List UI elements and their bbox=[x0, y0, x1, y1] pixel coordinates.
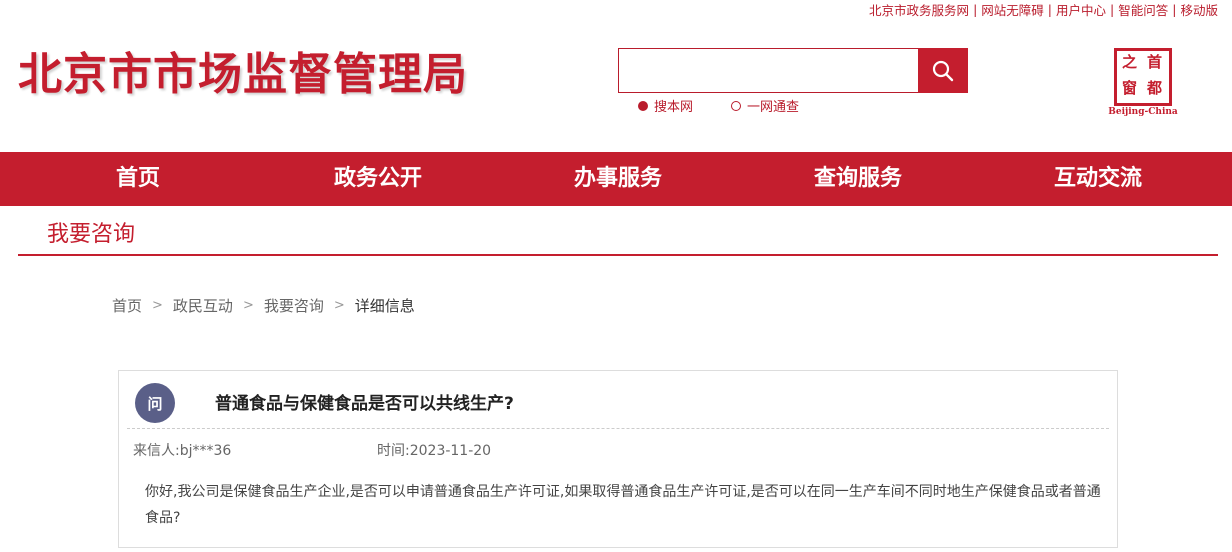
question-divider bbox=[127, 428, 1109, 429]
top-link-separator: | bbox=[1047, 1, 1053, 17]
time-label: 时间: bbox=[377, 443, 410, 459]
logo-char: 都 bbox=[1147, 79, 1163, 97]
time-value: 2023-11-20 bbox=[409, 443, 492, 459]
main-nav: 首页 政务公开 办事服务 查询服务 互动交流 bbox=[0, 152, 1232, 206]
breadcrumb-arrow-icon: > bbox=[333, 298, 345, 313]
nav-item-services[interactable]: 办事服务 bbox=[574, 152, 662, 206]
section-divider bbox=[18, 254, 1218, 256]
sender-label: 来信人: bbox=[133, 443, 180, 459]
radio-selected-icon bbox=[638, 100, 648, 111]
nav-item-home[interactable]: 首页 bbox=[116, 152, 160, 206]
search-scope-label: 一网通查 bbox=[747, 100, 800, 115]
top-link-separator: | bbox=[1172, 1, 1177, 17]
nav-item-gov-affairs[interactable]: 政务公开 bbox=[334, 152, 422, 206]
logo-char: 之 bbox=[1122, 53, 1138, 71]
search-scope-all[interactable]: 一网通查 bbox=[731, 96, 799, 115]
search-scope-label: 搜本网 bbox=[654, 100, 694, 115]
search-icon bbox=[932, 60, 954, 81]
nav-item-query[interactable]: 查询服务 bbox=[814, 152, 902, 206]
top-link-separator: | bbox=[1110, 1, 1115, 17]
question-time: 时间:2023-11-20 bbox=[377, 440, 491, 460]
top-link-mobile[interactable]: 移动版 bbox=[1180, 0, 1218, 19]
top-link-separator: | bbox=[973, 1, 978, 17]
top-link-gov-service[interactable]: 北京市政务服务网 bbox=[869, 0, 969, 19]
logo-seal: 首 都 之 窗 bbox=[1114, 48, 1172, 106]
logo-char: 首 bbox=[1147, 53, 1163, 71]
nav-item-interaction[interactable]: 互动交流 bbox=[1054, 152, 1142, 206]
top-link-user-center[interactable]: 用户中心 bbox=[1056, 0, 1106, 19]
beijing-china-logo[interactable]: 首 都 之 窗 Beijing-China bbox=[1108, 46, 1178, 120]
sender-value: bj***36 bbox=[179, 443, 232, 459]
question-sender: 来信人:bj***36 bbox=[133, 440, 231, 460]
logo-char: 窗 bbox=[1122, 79, 1138, 97]
logo-caption: Beijing-China bbox=[1108, 107, 1178, 117]
radio-unselected-icon bbox=[731, 100, 741, 111]
top-link-smart-qa[interactable]: 智能问答 bbox=[1118, 0, 1168, 19]
breadcrumb-arrow-icon: > bbox=[242, 298, 254, 313]
search-scope-site[interactable]: 搜本网 bbox=[638, 96, 693, 115]
search-input[interactable] bbox=[618, 48, 920, 93]
question-body: 你好,我公司是保健食品生产企业,是否可以申请普通食品生产许可证,如果取得普通食品… bbox=[145, 484, 1101, 526]
question-title: 普通食品与保健食品是否可以共线生产? bbox=[215, 394, 514, 414]
question-card: 问 普通食品与保健食品是否可以共线生产? 来信人:bj***36 时间:2023… bbox=[118, 370, 1118, 548]
search-button[interactable] bbox=[918, 48, 968, 93]
question-badge: 问 bbox=[135, 383, 175, 423]
breadcrumb: 首页 > 政民互动 > 我要咨询 > 详细信息 bbox=[112, 295, 415, 316]
breadcrumb-home[interactable]: 首页 bbox=[112, 295, 142, 316]
top-link-accessibility[interactable]: 网站无障碍 bbox=[981, 0, 1044, 19]
breadcrumb-current: 详细信息 bbox=[354, 297, 415, 315]
breadcrumb-arrow-icon: > bbox=[152, 298, 163, 313]
breadcrumb-interaction[interactable]: 政民互动 bbox=[173, 295, 233, 316]
site-title[interactable]: 北京市市场监督管理局 bbox=[18, 38, 468, 102]
breadcrumb-consult[interactable]: 我要咨询 bbox=[264, 295, 324, 316]
top-links: 北京市政务服务网 | 网站无障碍 | 用户中心 | 智能问答 | 移动版 bbox=[869, 0, 1218, 18]
section-title: 我要咨询 bbox=[47, 222, 136, 247]
